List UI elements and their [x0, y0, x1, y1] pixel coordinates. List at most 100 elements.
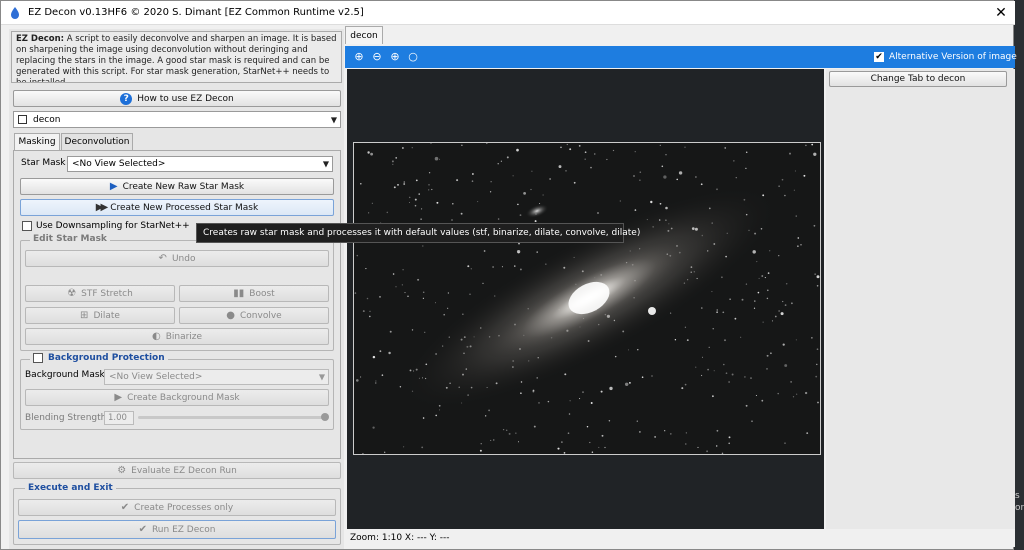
star: [721, 452, 724, 454]
convolve-button[interactable]: ● Convolve: [179, 307, 329, 324]
star: [794, 170, 796, 172]
star: [800, 243, 802, 246]
stf-stretch-button[interactable]: ☢ STF Stretch: [25, 285, 175, 302]
star: [492, 266, 494, 268]
star: [728, 442, 730, 445]
star: [586, 425, 589, 428]
star: [392, 163, 394, 166]
star: [753, 307, 756, 309]
zoom-1-1-icon[interactable]: ○: [406, 50, 420, 64]
zoom-in-icon[interactable]: ⊕: [388, 50, 402, 64]
star: [532, 390, 535, 393]
star: [669, 433, 672, 435]
star: [523, 192, 526, 195]
desktop-background: [1014, 0, 1024, 550]
star: [606, 158, 608, 161]
dilate-button[interactable]: ⊞ Dilate: [25, 307, 175, 324]
undo-button[interactable]: ↶ Undo: [25, 250, 329, 267]
boost-button[interactable]: ▮▮ Boost: [179, 285, 329, 302]
star: [566, 143, 568, 146]
how-to-use-button[interactable]: ? How to use EZ Decon: [13, 90, 341, 107]
star: [797, 245, 799, 247]
alternative-version-checkbox[interactable]: ✔: [874, 52, 884, 62]
binarize-button[interactable]: ◐ Binarize: [25, 328, 329, 345]
star: [661, 165, 664, 168]
tab-deconvolution[interactable]: Deconvolution: [61, 133, 133, 150]
star: [584, 151, 587, 154]
star: [795, 215, 797, 217]
star-mask-select[interactable]: <No View Selected> ▼: [67, 156, 333, 172]
star: [508, 432, 511, 435]
star: [431, 188, 433, 191]
star: [664, 430, 666, 432]
star: [366, 297, 369, 300]
star: [766, 368, 768, 370]
star: [740, 336, 742, 338]
background-mask-select[interactable]: <No View Selected> ▼: [104, 369, 329, 385]
star: [370, 152, 374, 156]
star: [367, 151, 370, 154]
star: [379, 350, 382, 353]
title-bar[interactable]: EZ Decon v0.13HF6 © 2020 S. Dimant [EZ C…: [1, 1, 1015, 25]
star: [761, 275, 764, 277]
star: [362, 310, 365, 313]
star: [472, 173, 474, 175]
star: [368, 212, 370, 214]
star: [386, 211, 389, 214]
star: [483, 250, 486, 252]
star: [734, 317, 737, 320]
star: [724, 147, 726, 149]
star: [751, 420, 753, 423]
star: [434, 302, 437, 304]
blending-strength-slider-handle[interactable]: [321, 413, 329, 421]
background-protection-header: Background Protection: [30, 353, 168, 363]
star: [639, 171, 642, 173]
star: [724, 339, 726, 342]
background-protection-checkbox[interactable]: [33, 353, 43, 363]
star: [375, 382, 377, 384]
background-mask-select-value: <No View Selected>: [109, 372, 203, 382]
run-ez-decon-label: Run EZ Decon: [151, 524, 216, 535]
star: [778, 255, 780, 257]
star: [697, 446, 699, 448]
star: [755, 394, 757, 397]
star: [539, 202, 541, 205]
image-select[interactable]: decon ▼: [13, 111, 341, 128]
star: [505, 429, 508, 432]
star: [597, 212, 599, 214]
evaluate-ez-decon-button[interactable]: ⚙ Evaluate EZ Decon Run: [13, 462, 341, 479]
star: [766, 297, 769, 300]
tab-masking[interactable]: Masking: [14, 133, 60, 150]
create-processes-button[interactable]: ✔ Create Processes only: [18, 499, 336, 516]
checkmark-icon: ✔: [138, 523, 147, 535]
create-processed-star-mask-button[interactable]: ▶▶ Create New Processed Star Mask: [20, 199, 334, 216]
close-window-button[interactable]: ✕: [987, 3, 1015, 23]
convolve-icon: ●: [226, 309, 236, 321]
star: [796, 393, 798, 395]
downsampling-checkbox[interactable]: [22, 221, 32, 231]
create-background-mask-button[interactable]: ▶ Create Background Mask: [25, 389, 329, 406]
star: [784, 364, 788, 367]
blending-strength-slider-track[interactable]: [138, 416, 326, 419]
star: [461, 144, 463, 146]
star: [797, 237, 800, 239]
zoom-fit-icon[interactable]: ⊕: [352, 50, 366, 64]
tab-decon-view[interactable]: decon: [345, 26, 383, 44]
dilate-label: Dilate: [93, 310, 120, 321]
star: [636, 420, 638, 422]
view-status-bar: Zoom: 1:10 X: --- Y: ---: [345, 529, 1015, 547]
star: [515, 432, 517, 434]
blending-strength-input[interactable]: 1.00: [104, 411, 134, 425]
star: [420, 218, 422, 220]
star: [784, 304, 787, 306]
change-tab-button[interactable]: Change Tab to decon: [829, 71, 1007, 87]
star: [371, 202, 373, 204]
create-raw-star-mask-button[interactable]: ▶ Create New Raw Star Mask: [20, 178, 334, 195]
star: [695, 176, 697, 178]
star: [375, 380, 377, 382]
run-ez-decon-button[interactable]: ✔ Run EZ Decon: [18, 520, 336, 539]
star: [591, 454, 593, 455]
star: [565, 170, 567, 172]
zoom-out-icon[interactable]: ⊖: [370, 50, 384, 64]
star: [422, 291, 425, 293]
